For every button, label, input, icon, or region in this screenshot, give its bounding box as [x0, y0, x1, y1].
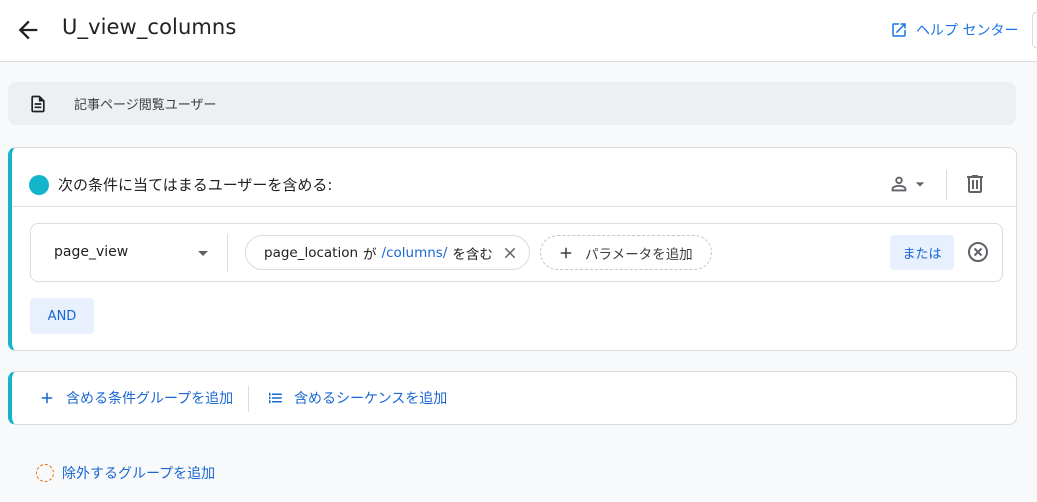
edge-button[interactable] — [1032, 12, 1037, 48]
event-dropdown-caret-icon[interactable] — [198, 251, 208, 256]
header-divider — [946, 170, 947, 200]
param-operator-prefix: が — [363, 246, 377, 263]
param-value: /columns/ — [381, 244, 448, 261]
include-condition-group: 次の条件に当てはまるユーザーを含める: page_view page_locat… — [8, 147, 1017, 351]
and-button[interactable]: AND — [30, 298, 94, 334]
top-bar: U_view_columns ヘルプ センター — [0, 0, 1037, 62]
add-sequence-button[interactable]: 含めるシーケンスを追加 — [266, 388, 447, 408]
document-icon — [28, 94, 48, 118]
remove-param-icon[interactable] — [501, 244, 519, 262]
add-exclude-group-button[interactable]: 除外するグループを追加 — [36, 463, 215, 483]
parameter-chip[interactable]: page_location が /columns/ を含む — [245, 235, 530, 270]
segment-name-bar[interactable]: 記事ページ閲覧ユーザー — [8, 82, 1016, 125]
add-parameter-button[interactable]: パラメータを追加 — [540, 235, 712, 270]
sequence-list-icon — [269, 392, 282, 404]
segment-name: 記事ページ閲覧ユーザー — [74, 98, 217, 113]
param-name: page_location — [264, 244, 359, 261]
add-parameter-label: パラメータを追加 — [585, 246, 693, 263]
add-condition-group-button[interactable]: 含める条件グループを追加 — [38, 388, 233, 408]
plus-icon — [560, 247, 572, 258]
add-sequence-label: 含めるシーケンスを追加 — [294, 391, 448, 407]
group-color-dot — [29, 175, 49, 195]
actions-divider — [248, 386, 249, 412]
add-condition-group-label: 含める条件グループを追加 — [66, 391, 234, 407]
dashed-circle-icon — [36, 464, 54, 482]
scope-selector[interactable] — [888, 173, 930, 195]
plus-icon — [41, 392, 53, 404]
back-arrow-icon[interactable] — [14, 16, 42, 44]
add-exclude-group-label: 除外するグループを追加 — [62, 466, 216, 482]
dropdown-arrow-icon — [915, 182, 925, 187]
remove-condition-icon[interactable] — [966, 240, 990, 268]
help-center-link[interactable]: ヘルプ センター — [890, 20, 1018, 40]
event-name: page_view — [54, 244, 129, 260]
help-center-label: ヘルプ センター — [916, 23, 1019, 39]
row-divider — [227, 234, 228, 272]
condition-group-header: 次の条件に当てはまるユーザーを含める: — [12, 148, 1016, 207]
or-button[interactable]: または — [890, 235, 954, 270]
condition-row: page_view page_location が /columns/ を含む … — [30, 223, 1003, 282]
delete-icon[interactable] — [963, 172, 987, 200]
condition-group-title: 次の条件に当てはまるユーザーを含める: — [58, 176, 333, 194]
param-operator-suffix: を含む — [452, 246, 493, 263]
page-title: U_view_columns — [62, 15, 237, 39]
open-in-new-icon — [892, 23, 906, 37]
person-icon — [891, 176, 907, 192]
add-actions-card: 含める条件グループを追加 含めるシーケンスを追加 — [8, 371, 1017, 425]
